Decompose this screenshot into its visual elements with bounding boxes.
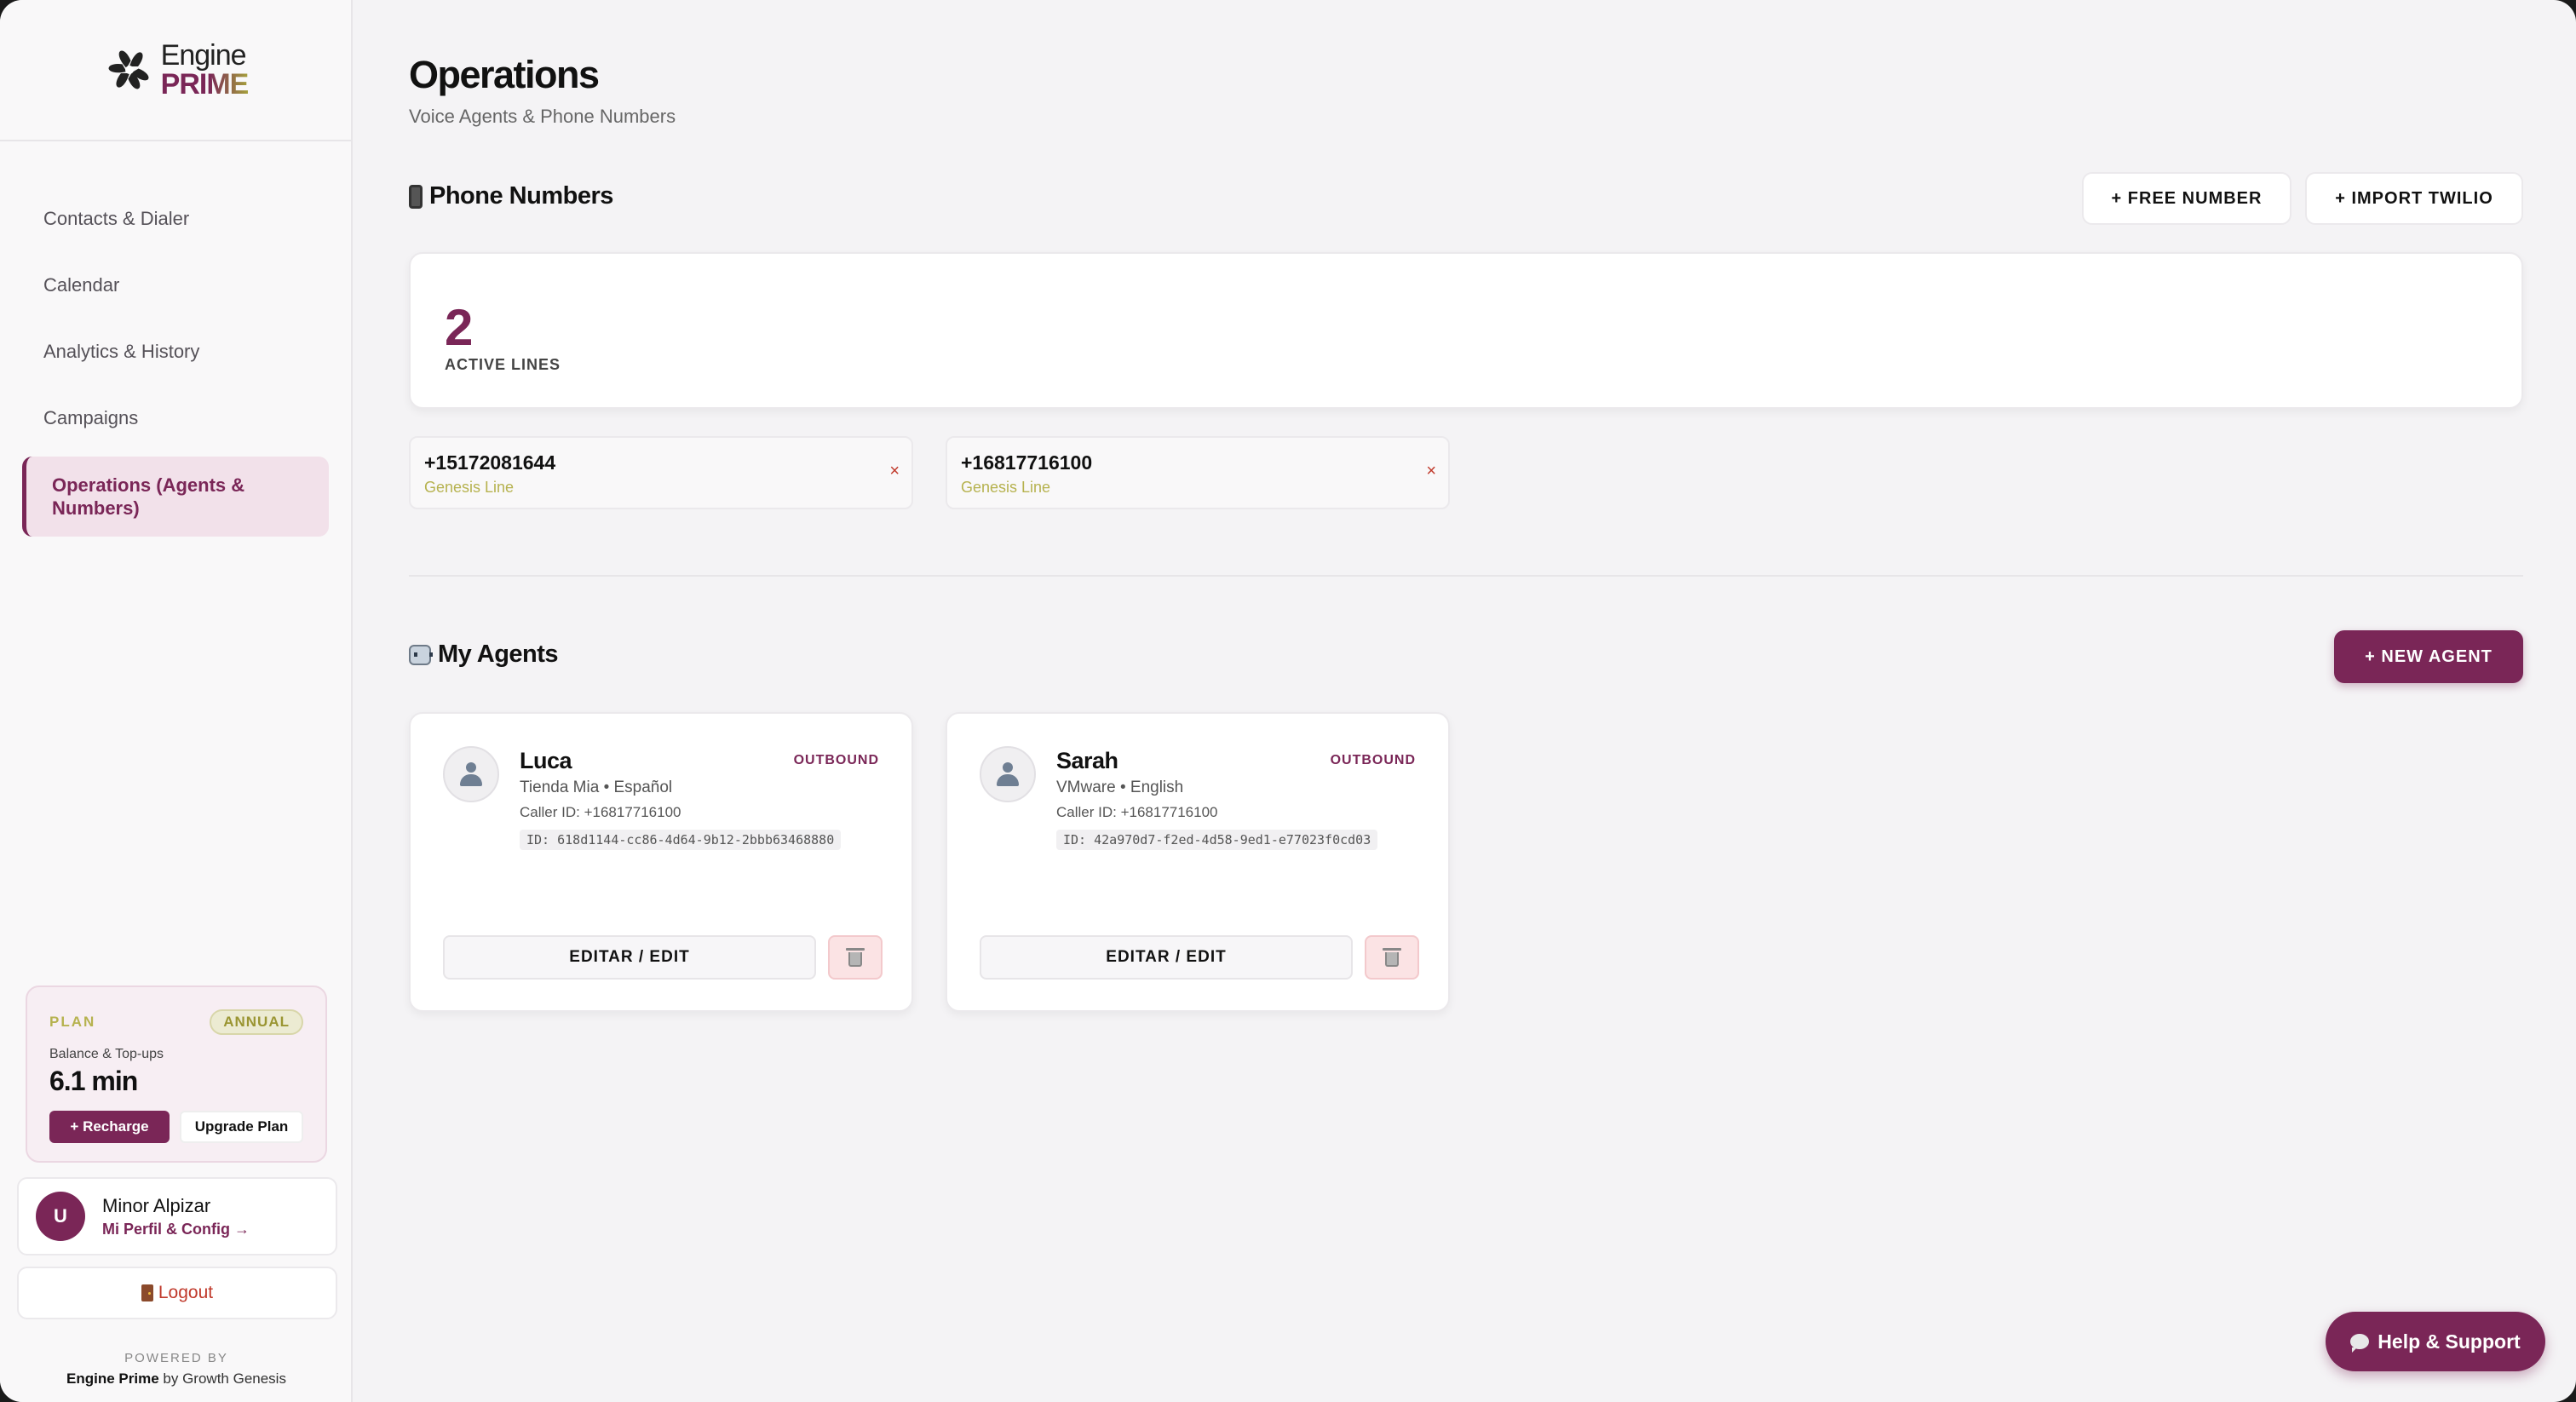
person-icon (997, 762, 1019, 786)
logo-mark-icon (108, 50, 148, 89)
agent-avatar (980, 746, 1036, 802)
plan-badge: ANNUAL (210, 1009, 303, 1035)
engine-prime-logo[interactable]: Engine PRIME (103, 41, 249, 99)
door-icon (141, 1284, 153, 1301)
page-title: Operations (409, 53, 600, 96)
section-divider (409, 575, 2523, 577)
sidebar: Engine PRIME Contacts & Dialer Calendar … (0, 0, 353, 1402)
new-agent-button[interactable]: + NEW AGENT (2334, 630, 2523, 683)
edit-agent-button[interactable]: EDITAR / EDIT (443, 935, 816, 980)
remove-number-button[interactable]: × (1426, 462, 1436, 481)
agent-card: Luca OUTBOUND Tienda Mia • Español Calle… (409, 712, 913, 1012)
avatar: U (36, 1192, 85, 1241)
agent-name: Luca (520, 748, 572, 773)
my-agents-heading: My Agents (409, 641, 559, 669)
person-icon (460, 762, 482, 786)
agent-meta: Tienda Mia • Español (520, 779, 673, 796)
active-lines-count: 2 (445, 299, 474, 356)
my-agents-title: My Agents (438, 641, 559, 668)
agent-id: ID: 618d1144-cc86-4d64-9b12-2bbb63468880 (520, 830, 842, 850)
phone-line-type: Genesis Line (424, 479, 515, 496)
phone-numbers-title: Phone Numbers (429, 182, 613, 210)
sidebar-item-contacts-dialer[interactable]: Contacts & Dialer (22, 186, 329, 252)
phone-number-card: +16817716100 Genesis Line × (946, 436, 1450, 509)
sidebar-item-analytics-history[interactable]: Analytics & History (22, 319, 329, 385)
agent-direction-badge: OUTBOUND (793, 753, 879, 767)
plan-label: PLAN (49, 1014, 96, 1030)
remove-number-button[interactable]: × (889, 462, 900, 481)
upgrade-plan-button[interactable]: Upgrade Plan (180, 1111, 303, 1143)
speech-bubble-icon (2350, 1334, 2370, 1353)
plan-card: PLAN ANNUAL Balance & Top-ups 6.1 min + … (26, 985, 327, 1163)
help-support-label: Help & Support (2378, 1330, 2521, 1353)
sidebar-nav: Contacts & Dialer Calendar Analytics & H… (0, 141, 351, 537)
user-name: Minor Alpizar (102, 1194, 211, 1216)
import-twilio-button[interactable]: + IMPORT TWILIO (2305, 172, 2523, 225)
balance-label: Balance & Top-ups (49, 1047, 164, 1061)
sidebar-item-calendar[interactable]: Calendar (22, 252, 329, 319)
agent-id: ID: 42a970d7-f2ed-4d58-9ed1-e77023f0cd03 (1056, 830, 1378, 850)
agent-card: Sarah OUTBOUND VMware • English Caller I… (946, 712, 1450, 1012)
agent-meta: VMware • English (1056, 779, 1184, 796)
active-lines-label: ACTIVE LINES (445, 356, 561, 373)
logo-area: Engine PRIME (0, 0, 351, 141)
agent-caller-id: Caller ID: +16817716100 (520, 804, 681, 820)
powered-by-label: POWERED BY (124, 1351, 228, 1365)
phone-line-type: Genesis Line (961, 479, 1051, 496)
profile-config-link[interactable]: Mi Perfil & Config → (102, 1221, 250, 1238)
agent-caller-id: Caller ID: +16817716100 (1056, 804, 1218, 820)
balance-value: 6.1 min (49, 1066, 138, 1096)
trash-icon (1383, 948, 1401, 967)
agent-name: Sarah (1056, 748, 1118, 773)
sidebar-item-operations[interactable]: Operations (Agents & Numbers) (22, 457, 329, 537)
logo-engine-text: Engine (160, 39, 247, 72)
help-support-button[interactable]: Help & Support (2326, 1312, 2545, 1371)
main-content: Operations Voice Agents & Phone Numbers … (354, 0, 2576, 1402)
recharge-button[interactable]: + Recharge (49, 1111, 170, 1143)
user-card[interactable]: U Minor Alpizar Mi Perfil & Config → (17, 1177, 337, 1255)
phone-number: +16817716100 (961, 451, 1093, 474)
powered-suffix: by Growth Genesis (158, 1370, 286, 1387)
logo-prime-text: PRIME (160, 68, 250, 101)
free-number-button[interactable]: + FREE NUMBER (2082, 172, 2291, 225)
sidebar-item-campaigns[interactable]: Campaigns (22, 385, 329, 451)
delete-agent-button[interactable] (1365, 935, 1419, 980)
phone-number: +15172081644 (424, 451, 556, 474)
page-subtitle: Voice Agents & Phone Numbers (409, 106, 676, 127)
mobile-phone-icon (409, 184, 423, 209)
logout-button[interactable]: Logout (17, 1267, 337, 1319)
agent-direction-badge: OUTBOUND (1330, 753, 1416, 767)
logout-label: Logout (158, 1283, 214, 1302)
trash-icon (846, 948, 865, 967)
robot-icon (409, 644, 433, 665)
active-lines-card: 2 ACTIVE LINES (409, 252, 2523, 409)
edit-agent-button[interactable]: EDITAR / EDIT (980, 935, 1353, 980)
phone-numbers-heading: Phone Numbers (409, 182, 613, 210)
delete-agent-button[interactable] (828, 935, 883, 980)
powered-brand: Engine Prime (66, 1370, 159, 1387)
app-window: Engine PRIME Contacts & Dialer Calendar … (0, 0, 2576, 1402)
powered-by: POWERED BY Engine Prime by Growth Genesi… (0, 1351, 353, 1388)
agent-avatar (443, 746, 499, 802)
phone-number-card: +15172081644 Genesis Line × (409, 436, 913, 509)
